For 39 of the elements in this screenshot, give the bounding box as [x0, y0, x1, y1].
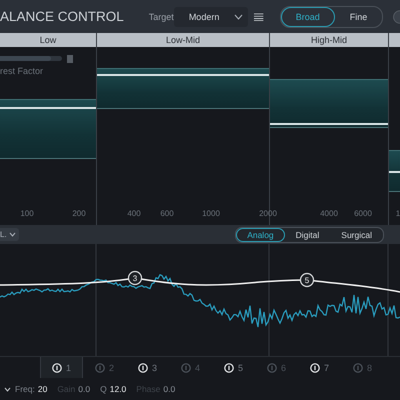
- plugin-title: ALANCE CONTROL: [0, 8, 124, 25]
- band-tab[interactable]: 1: [40, 357, 83, 378]
- band-header[interactable]: Low: [0, 33, 96, 47]
- band-tab[interactable]: 5: [212, 357, 255, 378]
- crest-factor-label: rest Factor: [0, 66, 44, 76]
- target-range: [389, 150, 400, 192]
- frequency-label: 6000: [354, 209, 372, 218]
- param-value[interactable]: 20: [38, 384, 48, 394]
- mode-toggle[interactable]: Fine: [334, 6, 382, 26]
- frequency-label: 2000: [259, 209, 277, 218]
- eq-node[interactable]: 3: [128, 270, 142, 286]
- chevron-icon: [8, 232, 16, 237]
- mode-toggle[interactable]: Broad: [280, 6, 335, 26]
- filter-mode-toggle[interactable]: Analog: [236, 228, 285, 242]
- frequency-label: 200: [72, 209, 86, 218]
- band-tab[interactable]: 7: [298, 357, 341, 378]
- band-header[interactable]: High-Mid: [270, 33, 388, 47]
- chevron-icon[interactable]: [4, 386, 11, 392]
- slider-end-icon: [67, 55, 73, 63]
- band-tab[interactable]: 3: [126, 357, 169, 378]
- curve-dropdown[interactable]: L.: [0, 228, 19, 241]
- filter-mode-toggle[interactable]: Digital: [284, 228, 330, 242]
- band-header[interactable]: Low-Mid: [97, 33, 269, 47]
- frequency-label: 4000: [320, 209, 338, 218]
- filter-mode-toggle[interactable]: Surgical: [330, 228, 383, 242]
- frequency-label: 1000: [202, 209, 220, 218]
- crest-factor-slider[interactable]: [0, 56, 62, 61]
- param-value[interactable]: 12.0: [110, 384, 126, 394]
- eq-node[interactable]: 5: [300, 272, 314, 288]
- frequency-label: 100: [20, 209, 34, 218]
- frequency-label: 1: [396, 209, 400, 218]
- menu-icon[interactable]: [254, 12, 264, 22]
- target-dropdown[interactable]: Modern: [174, 6, 248, 26]
- target-label: Target: [148, 12, 174, 22]
- frequency-label: 600: [160, 209, 174, 218]
- frequency-label: 400: [127, 209, 141, 218]
- param-label: Freq:: [15, 384, 35, 394]
- chevron-icon: [234, 14, 244, 20]
- param-label: Q: [100, 384, 107, 394]
